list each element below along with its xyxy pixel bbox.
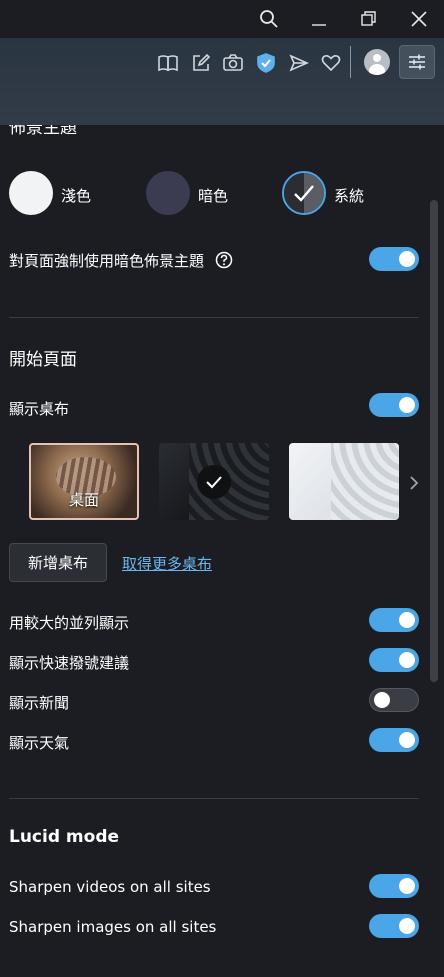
wallpaper-light-waves[interactable] bbox=[289, 443, 399, 520]
show-news-toggle[interactable] bbox=[369, 688, 419, 712]
sharpen-videos-toggle[interactable] bbox=[369, 874, 419, 898]
send-icon[interactable] bbox=[286, 50, 312, 76]
divider bbox=[9, 798, 419, 799]
close-icon[interactable] bbox=[402, 4, 436, 34]
title-bar bbox=[0, 0, 444, 38]
avatar-body bbox=[369, 64, 385, 75]
speed-dial-suggestions-toggle[interactable] bbox=[369, 648, 419, 672]
wallpaper-cat[interactable]: 桌面 bbox=[29, 443, 139, 520]
camera-icon[interactable] bbox=[220, 50, 246, 76]
divider bbox=[9, 317, 419, 318]
show-weather-toggle[interactable] bbox=[369, 728, 419, 752]
avatar[interactable] bbox=[364, 49, 390, 75]
wallpaper-cat-label: 桌面 bbox=[68, 491, 99, 509]
show-weather-label: 顯示天氣 bbox=[9, 734, 70, 752]
theme-section-title: 佈景主題 bbox=[9, 125, 77, 138]
start-page-title: 開始頁面 bbox=[9, 350, 77, 370]
theme-light-label[interactable]: 淺色 bbox=[61, 185, 91, 206]
chevron-right-icon[interactable] bbox=[408, 475, 420, 495]
theme-dark-swatch[interactable] bbox=[146, 171, 190, 215]
sharpen-images-toggle[interactable] bbox=[369, 914, 419, 938]
force-dark-label: 對頁面強制使用暗色佈景主題 bbox=[9, 250, 233, 273]
heart-icon[interactable] bbox=[318, 50, 344, 76]
theme-system-label[interactable]: 系統 bbox=[334, 185, 364, 206]
edit-icon[interactable] bbox=[188, 50, 214, 76]
large-tiles-label: 用較大的並列顯示 bbox=[9, 614, 130, 632]
show-news-label: 顯示新聞 bbox=[9, 694, 70, 712]
checkmark-icon bbox=[197, 465, 231, 499]
theme-dark-label[interactable]: 暗色 bbox=[198, 185, 228, 206]
show-wallpaper-label: 顯示桌布 bbox=[9, 400, 70, 418]
theme-system-swatch[interactable] bbox=[282, 171, 326, 215]
large-tiles-toggle[interactable] bbox=[369, 608, 419, 632]
avatar-head bbox=[373, 54, 381, 62]
wave-pattern bbox=[331, 443, 399, 520]
restore-icon[interactable] bbox=[352, 4, 386, 34]
search-icon[interactable] bbox=[252, 4, 286, 34]
minimize-icon[interactable] bbox=[302, 4, 336, 34]
add-wallpaper-button[interactable]: 新增桌布 bbox=[9, 543, 107, 582]
toolbar-separator bbox=[350, 46, 351, 78]
lucid-mode-title: Lucid mode bbox=[9, 827, 120, 847]
scrollbar-thumb[interactable] bbox=[430, 200, 438, 682]
shield-icon[interactable] bbox=[253, 50, 279, 76]
browser-toolbar bbox=[0, 38, 444, 125]
force-dark-text: 對頁面強制使用暗色佈景主題 bbox=[9, 252, 205, 270]
get-more-wallpapers-link[interactable]: 取得更多桌布 bbox=[122, 553, 212, 574]
force-dark-toggle[interactable] bbox=[369, 247, 419, 271]
help-icon[interactable] bbox=[215, 251, 233, 273]
wallpaper-dark-waves[interactable] bbox=[159, 443, 269, 520]
sharpen-images-label: Sharpen images on all sites bbox=[9, 918, 217, 936]
theme-light-swatch[interactable] bbox=[9, 171, 53, 215]
sharpen-videos-label: Sharpen videos on all sites bbox=[9, 878, 211, 896]
settings-panel: 佈景主題 淺色 暗色 系統 對頁面強制使用暗色佈景主題 開始頁面 顯示桌布 桌面 bbox=[0, 125, 444, 977]
show-wallpaper-toggle[interactable] bbox=[369, 393, 419, 417]
settings-icon[interactable] bbox=[399, 45, 435, 79]
reader-icon[interactable] bbox=[155, 50, 181, 76]
speed-dial-suggestions-label: 顯示快速撥號建議 bbox=[9, 654, 130, 672]
